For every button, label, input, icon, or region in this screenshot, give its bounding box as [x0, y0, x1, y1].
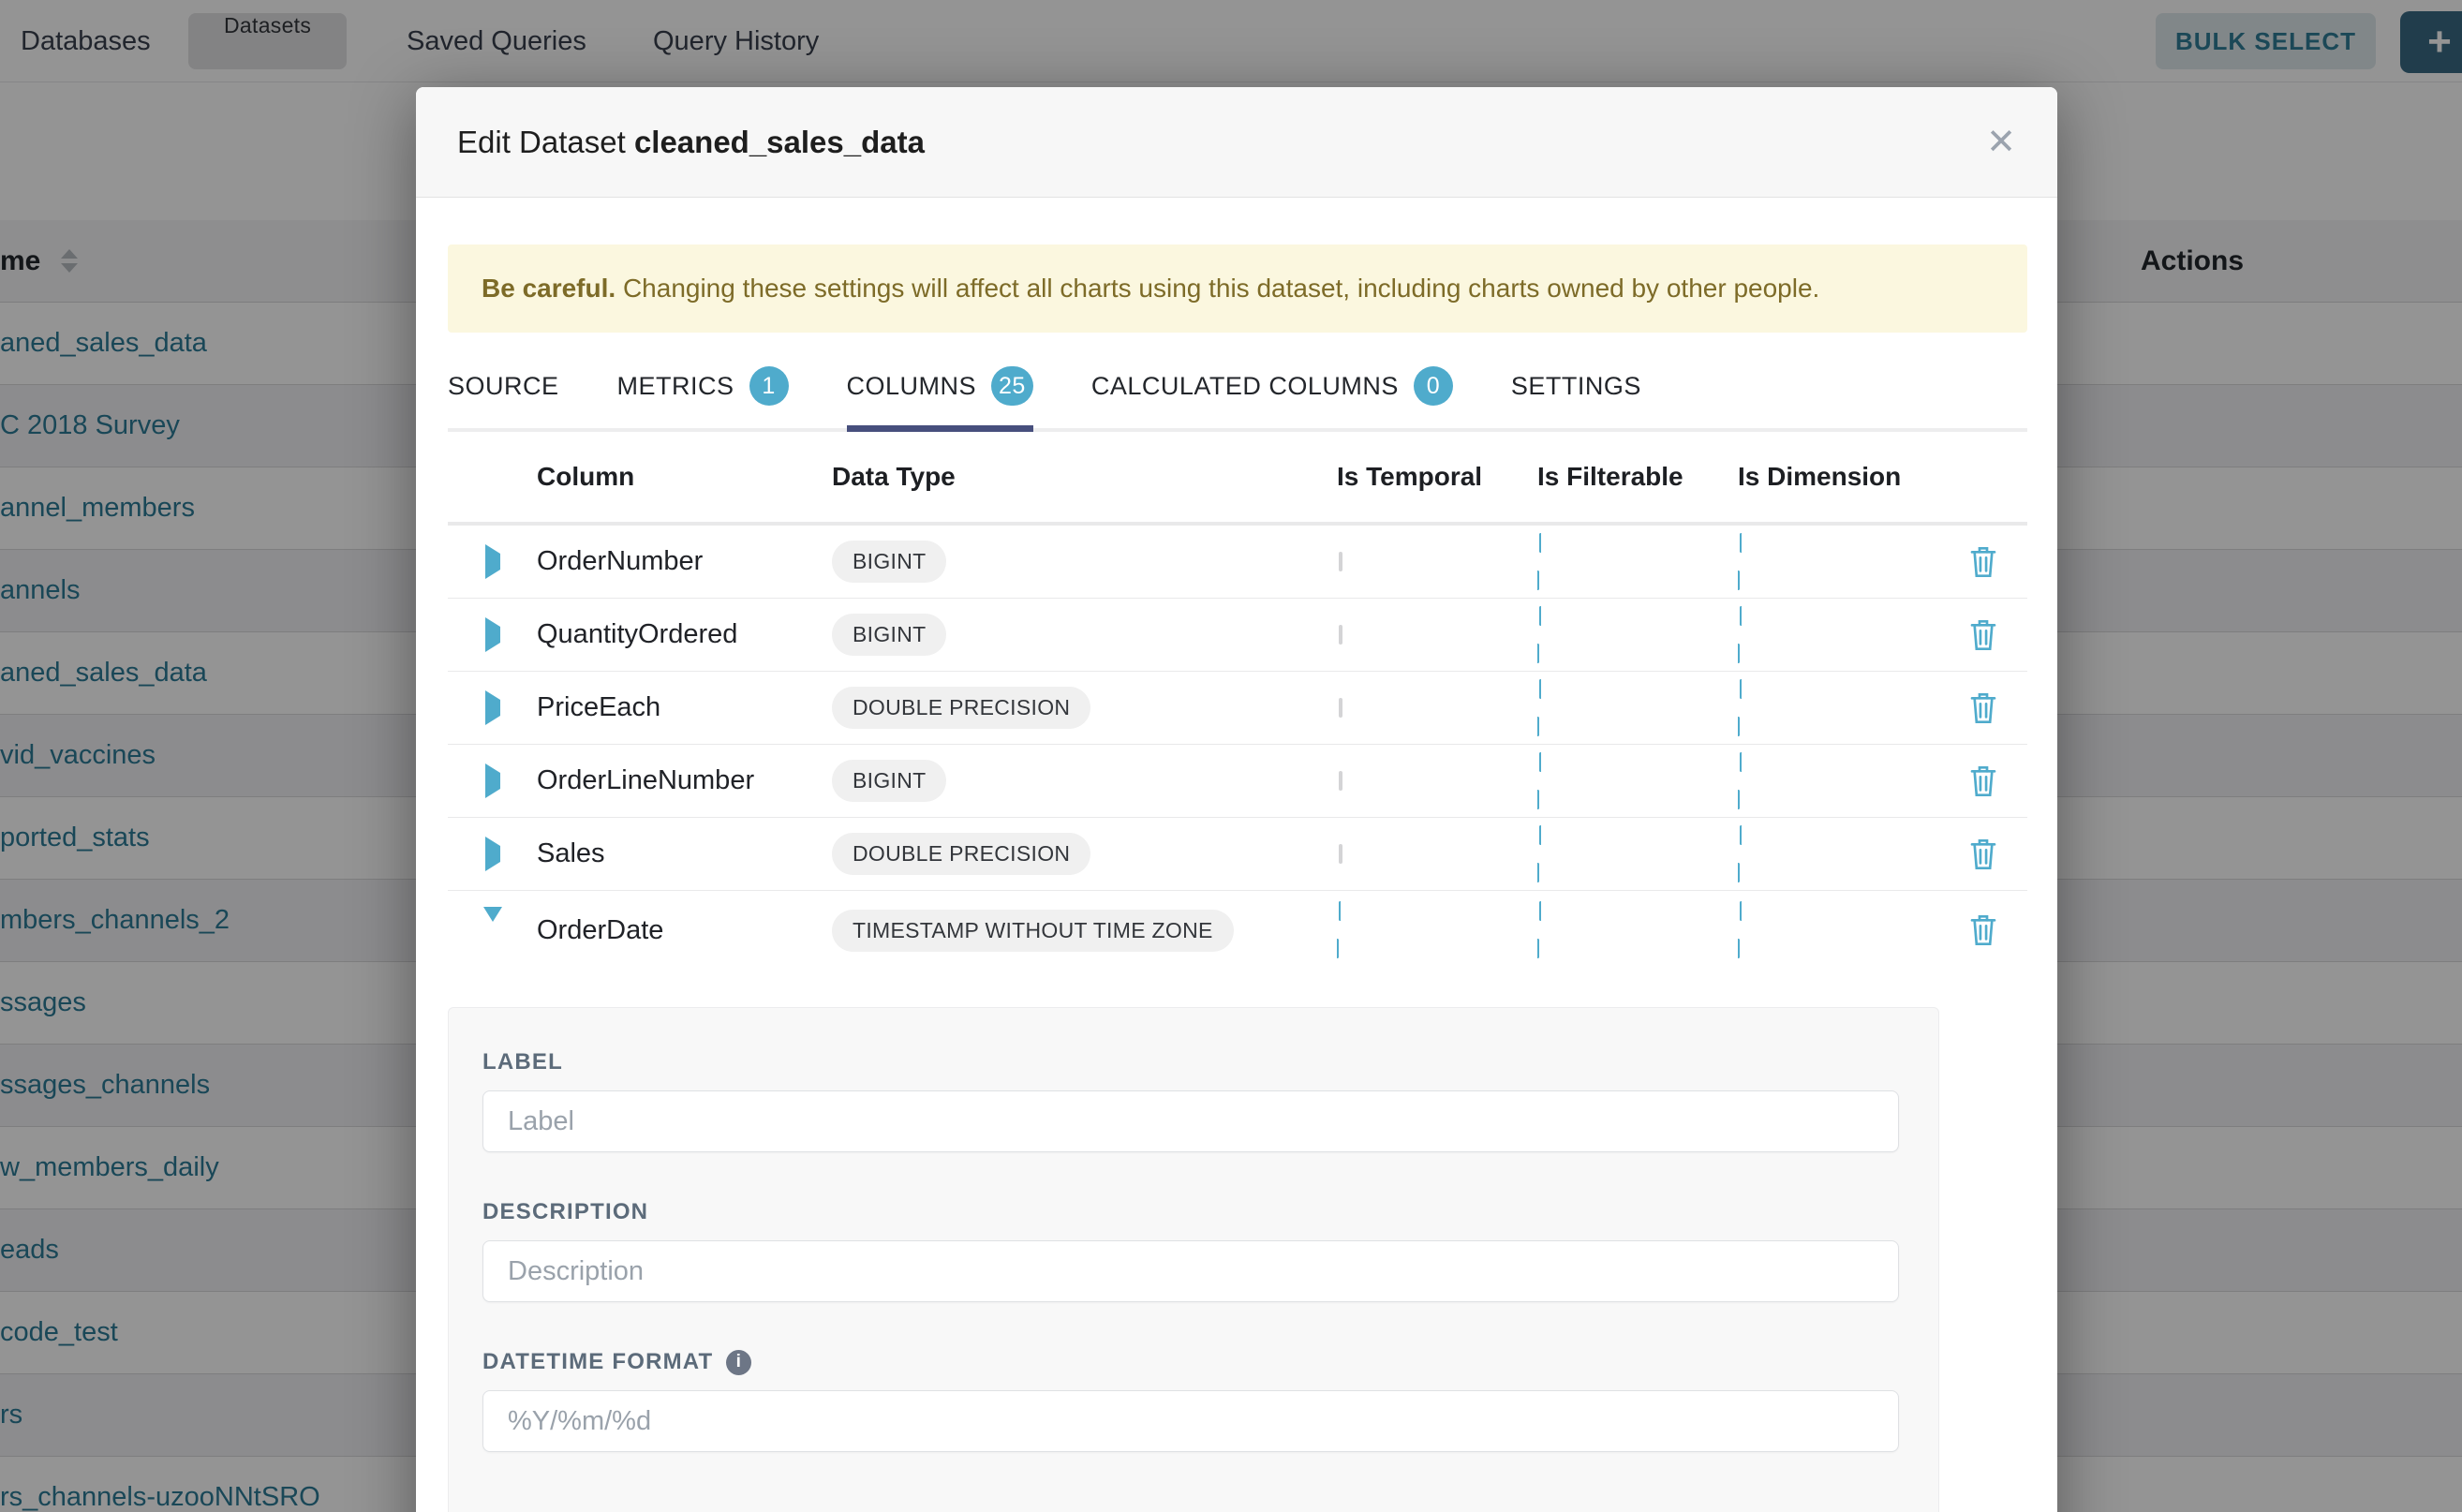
- column-row-orderdate: OrderDate TIMESTAMP WITHOUT TIME ZONE: [448, 891, 2027, 970]
- modal-title-dataset-name: cleaned_sales_data: [634, 125, 925, 159]
- edit-dataset-modal: Edit Dataset cleaned_sales_data ✕ Be car…: [416, 87, 2057, 1512]
- is-dimension-checkbox[interactable]: [1738, 825, 1938, 882]
- modal-title: Edit Dataset cleaned_sales_data: [457, 125, 925, 160]
- column-row-priceeach: PriceEach DOUBLE PRECISION: [448, 672, 2027, 745]
- is-dimension-checkbox[interactable]: [1738, 901, 1938, 958]
- data-type-pill: DOUBLE PRECISION: [832, 687, 1090, 729]
- column-name: OrderLineNumber: [537, 765, 832, 796]
- is-temporal-checkbox[interactable]: [1337, 901, 1537, 958]
- column-name: QuantityOrdered: [537, 619, 832, 650]
- column-name: PriceEach: [537, 692, 832, 723]
- tab-label: SETTINGS: [1511, 372, 1641, 401]
- is-dimension-checkbox[interactable]: [1738, 679, 1938, 736]
- delete-column-icon[interactable]: [1968, 618, 1998, 652]
- tab-label: METRICS: [617, 372, 734, 401]
- datetime-format-field-heading: DATETIME FORMAT: [482, 1349, 1905, 1375]
- header-is-temporal: Is Temporal: [1337, 462, 1537, 492]
- is-temporal-checkbox[interactable]: [1339, 698, 1342, 718]
- is-filterable-checkbox[interactable]: [1537, 752, 1738, 809]
- label-input[interactable]: [482, 1090, 1899, 1152]
- delete-column-icon[interactable]: [1968, 691, 1998, 725]
- tab-label: SOURCE: [448, 372, 559, 401]
- tab-settings[interactable]: SETTINGS: [1511, 366, 1641, 428]
- column-row-ordernumber: OrderNumber BIGINT: [448, 526, 2027, 599]
- warning-banner: Be careful. Changing these settings will…: [448, 245, 2027, 333]
- is-filterable-checkbox[interactable]: [1537, 825, 1738, 882]
- metrics-count-badge: 1: [749, 366, 789, 406]
- tab-columns[interactable]: COLUMNS 25: [847, 366, 1033, 428]
- data-type-pill: DOUBLE PRECISION: [832, 833, 1090, 875]
- column-name: Sales: [537, 838, 832, 869]
- is-filterable-checkbox[interactable]: [1537, 606, 1738, 663]
- description-input[interactable]: [482, 1240, 1899, 1302]
- delete-column-icon[interactable]: [1968, 764, 1998, 798]
- expand-caret-icon[interactable]: [485, 763, 500, 798]
- data-type-pill: BIGINT: [832, 541, 946, 583]
- delete-column-icon[interactable]: [1968, 913, 1998, 947]
- tab-label: COLUMNS: [847, 372, 977, 401]
- column-name: OrderDate: [537, 915, 832, 946]
- expand-caret-icon[interactable]: [485, 617, 500, 652]
- expand-caret-icon[interactable]: [485, 837, 500, 871]
- data-type-pill: BIGINT: [832, 614, 946, 656]
- calculated-columns-count-badge: 0: [1414, 366, 1453, 406]
- info-icon[interactable]: [726, 1350, 751, 1375]
- data-type-pill: BIGINT: [832, 760, 946, 802]
- description-field-heading: DESCRIPTION: [482, 1199, 1905, 1225]
- column-detail-panel: LABEL DESCRIPTION DATETIME FORMAT: [448, 1007, 1939, 1512]
- header-data-type: Data Type: [832, 462, 1337, 492]
- header-is-filterable: Is Filterable: [1537, 462, 1738, 492]
- is-temporal-checkbox[interactable]: [1339, 552, 1342, 571]
- tab-source[interactable]: SOURCE: [448, 366, 559, 428]
- column-row-orderlinenumber: OrderLineNumber BIGINT: [448, 745, 2027, 818]
- description-heading-text: DESCRIPTION: [482, 1199, 648, 1225]
- close-icon[interactable]: ✕: [1986, 125, 2016, 160]
- is-temporal-checkbox[interactable]: [1339, 771, 1342, 791]
- column-row-sales: Sales DOUBLE PRECISION: [448, 818, 2027, 891]
- header-is-dimension: Is Dimension: [1738, 462, 1938, 492]
- delete-column-icon[interactable]: [1968, 545, 1998, 579]
- app-root: Databases Datasets Saved Queries Query H…: [0, 0, 2462, 1512]
- tab-calculated-columns[interactable]: CALCULATED COLUMNS 0: [1091, 366, 1453, 428]
- header-column: Column: [537, 462, 832, 492]
- is-temporal-checkbox[interactable]: [1339, 625, 1342, 645]
- expand-caret-icon[interactable]: [485, 690, 500, 725]
- modal-tabs: SOURCE METRICS 1 COLUMNS 25 CALCULATED C…: [448, 366, 2027, 432]
- columns-table-header: Column Data Type Is Temporal Is Filterab…: [448, 432, 2027, 526]
- delete-column-icon[interactable]: [1968, 838, 1998, 871]
- is-dimension-checkbox[interactable]: [1738, 606, 1938, 663]
- modal-body: Be careful. Changing these settings will…: [416, 198, 2057, 1512]
- data-type-pill: TIMESTAMP WITHOUT TIME ZONE: [832, 910, 1234, 952]
- datetime-format-input[interactable]: [482, 1390, 1899, 1452]
- collapse-caret-icon[interactable]: [483, 907, 502, 938]
- datetime-heading-text: DATETIME FORMAT: [482, 1349, 713, 1375]
- warning-banner-text: Changing these settings will affect all …: [616, 274, 1819, 303]
- column-name: OrderNumber: [537, 546, 832, 577]
- is-temporal-checkbox[interactable]: [1339, 844, 1342, 864]
- is-filterable-checkbox[interactable]: [1537, 533, 1738, 590]
- expand-caret-icon[interactable]: [485, 544, 500, 579]
- is-filterable-checkbox[interactable]: [1537, 901, 1738, 958]
- tab-metrics[interactable]: METRICS 1: [617, 366, 789, 428]
- tab-label: CALCULATED COLUMNS: [1091, 372, 1399, 401]
- label-field-heading: LABEL: [482, 1049, 1905, 1075]
- modal-title-prefix: Edit Dataset: [457, 125, 626, 159]
- is-dimension-checkbox[interactable]: [1738, 752, 1938, 809]
- column-row-quantityordered: QuantityOrdered BIGINT: [448, 599, 2027, 672]
- columns-count-badge: 25: [991, 366, 1033, 406]
- is-dimension-checkbox[interactable]: [1738, 533, 1938, 590]
- warning-banner-bold: Be careful.: [482, 274, 616, 303]
- is-filterable-checkbox[interactable]: [1537, 679, 1738, 736]
- label-heading-text: LABEL: [482, 1049, 563, 1075]
- modal-header: Edit Dataset cleaned_sales_data ✕: [416, 87, 2057, 198]
